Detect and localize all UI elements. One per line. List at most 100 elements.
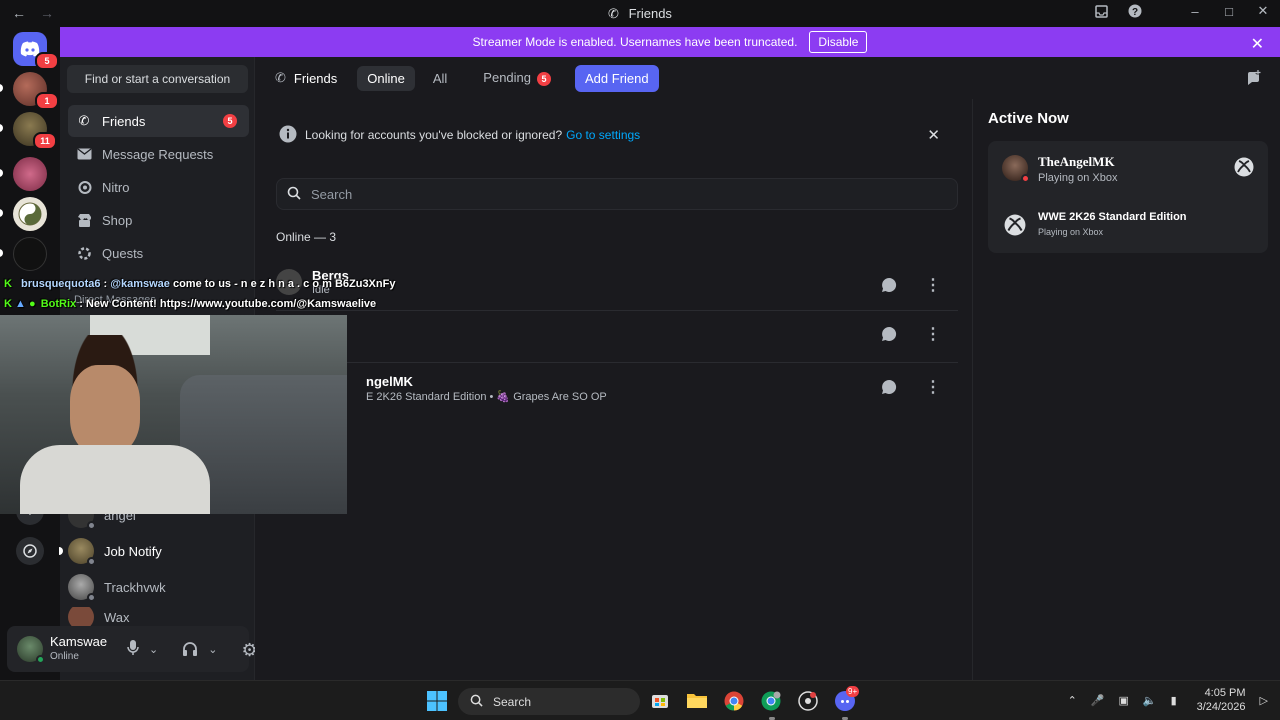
active-user-name: TheAngelMK: [1038, 154, 1115, 169]
microphone-icon[interactable]: [127, 640, 139, 659]
chat-username: BotRix: [40, 298, 77, 310]
discover-icon[interactable]: [16, 537, 44, 565]
discord-taskbar-icon[interactable]: 9+: [835, 686, 860, 716]
windows-start-icon[interactable]: [427, 691, 447, 716]
friend-name: ngelMK: [366, 374, 413, 389]
window-title: Friends: [628, 6, 672, 21]
maximize-icon[interactable]: □: [1222, 4, 1236, 19]
server-icon-pig[interactable]: [13, 157, 47, 191]
active-now-card[interactable]: TheAngelMK Playing on Xbox WWE 2K26 Stan…: [988, 141, 1268, 253]
friends-wave-icon: ✆: [608, 6, 619, 21]
dm-avatar-1[interactable]: 1: [13, 72, 59, 110]
file-explorer-icon[interactable]: [687, 692, 707, 713]
headphones-icon[interactable]: [182, 641, 198, 659]
user-avatar[interactable]: [17, 636, 45, 664]
sidebar-item-quests[interactable]: Quests: [68, 237, 249, 269]
page-title: Friends: [293, 70, 338, 86]
verified-icon: ●: [28, 298, 36, 310]
find-conversation-button[interactable]: Find or start a conversation: [67, 65, 248, 93]
tab-online[interactable]: Online: [357, 65, 415, 91]
microphone-in-use-icon[interactable]: 🎤: [1091, 694, 1105, 707]
close-banner-icon[interactable]: ✕: [1251, 34, 1264, 54]
message-icon[interactable]: [878, 274, 900, 296]
dm-avatar-2[interactable]: 11: [13, 112, 57, 150]
sidebar-item-label: Friends: [102, 113, 146, 129]
battery-icon[interactable]: ▮: [1171, 694, 1183, 707]
time: 4:05 PM: [1204, 687, 1246, 699]
kick-icon: K: [4, 278, 12, 290]
minimize-icon[interactable]: –: [1188, 4, 1202, 19]
friend-row[interactable]: ngelMK E 2K26 Standard Edition • 🍇 Grape…: [276, 362, 958, 412]
more-options-icon[interactable]: ⋮: [922, 274, 944, 296]
chevron-up-icon[interactable]: ⌃: [1068, 694, 1077, 707]
system-tray: ⌃ 🎤 ▣ 🔈 ▮ 4:05 PM 3/24/2026 ▷: [1068, 686, 1268, 714]
help-icon[interactable]: ?: [1128, 4, 1142, 18]
message-icon[interactable]: [878, 323, 900, 345]
dm-item-trackhvwk[interactable]: Trackhvwk: [68, 569, 166, 605]
server-icon-yinyang[interactable]: [13, 197, 47, 231]
more-options-icon[interactable]: ⋮: [922, 323, 944, 345]
dm-name: Wax: [104, 609, 130, 625]
blocked-notice: Looking for accounts you've blocked or i…: [279, 120, 952, 150]
kick-icon: K: [4, 298, 12, 310]
svg-text:?: ?: [1132, 7, 1138, 18]
streamer-mode-text: Streamer Mode is enabled. Usernames have…: [472, 35, 798, 49]
friend-activity: E 2K26 Standard Edition • 🍇 Grapes Are S…: [366, 391, 607, 403]
volume-icon[interactable]: 🔈: [1143, 694, 1157, 707]
notification-bell-icon[interactable]: ▷: [1260, 694, 1268, 707]
chrome-icon[interactable]: [724, 691, 744, 716]
user-panel: Kamswae Online ⌄ ⌄ ⚙: [7, 626, 258, 672]
inbox-icon[interactable]: [1094, 4, 1108, 18]
close-notice-icon[interactable]: ✕: [927, 126, 940, 144]
windows-taskbar: Search 9+ ⌃ 🎤 ▣ 🔈 ▮ 4:05 PM 3/24/2026 ▷: [0, 680, 1280, 720]
online-count-header: Online — 3: [276, 230, 337, 244]
tab-all[interactable]: All: [423, 66, 457, 91]
network-icon[interactable]: ▣: [1118, 694, 1128, 707]
info-icon: [279, 125, 297, 146]
more-options-icon[interactable]: ⋮: [922, 376, 944, 398]
disable-button[interactable]: Disable: [809, 31, 868, 53]
friends-badge: 5: [223, 114, 237, 128]
user-name: Kamswae: [50, 634, 108, 649]
avatar: [68, 574, 96, 602]
chevron-down-icon[interactable]: ⌄: [208, 643, 217, 656]
clock[interactable]: 4:05 PM 3/24/2026: [1197, 686, 1246, 714]
search-icon: [470, 694, 483, 710]
chevron-down-icon[interactable]: ⌄: [149, 643, 158, 656]
go-to-settings-link[interactable]: Go to settings: [566, 128, 640, 142]
close-window-icon[interactable]: ✕: [1256, 3, 1270, 18]
friends-search-input[interactable]: Search: [276, 178, 958, 210]
bot-icon: ▲: [15, 298, 26, 310]
sidebar-item-label: Shop: [102, 212, 133, 228]
tab-pending[interactable]: Pending 5: [473, 65, 561, 91]
chat-message: New Content! https://www.youtube.com/@Ka…: [85, 298, 377, 310]
new-group-dm-icon[interactable]: [1246, 70, 1262, 89]
taskbar-search[interactable]: Search: [458, 688, 640, 715]
sidebar-item-message-requests[interactable]: Message Requests: [68, 138, 249, 170]
search-placeholder: Search: [311, 186, 353, 202]
sidebar-item-label: Quests: [102, 245, 144, 261]
store-icon[interactable]: [651, 691, 669, 714]
message-icon[interactable]: [878, 376, 900, 398]
add-friend-button[interactable]: Add Friend: [575, 64, 659, 92]
date: 3/24/2026: [1196, 701, 1246, 713]
avatar: [68, 538, 96, 566]
chat-mention: @kamswae: [110, 278, 170, 290]
nitro-icon: [76, 179, 92, 195]
dm-name: Trackhvwk: [104, 579, 166, 595]
dm-item-wax[interactable]: Wax: [68, 607, 130, 627]
friend-row[interactable]: ⋮: [276, 310, 958, 360]
sidebar-item-nitro[interactable]: Nitro: [68, 171, 249, 203]
chrome-profile-icon[interactable]: [761, 691, 781, 716]
server-icon-panther[interactable]: [13, 237, 47, 271]
discord-home-icon[interactable]: 5: [13, 32, 59, 70]
obs-icon[interactable]: [798, 691, 818, 716]
pending-badge: 5: [537, 72, 552, 86]
discord-taskbar-badge: 9+: [846, 686, 860, 697]
stream-chat-overlay: K brusquequota6 : @kamswae come to us - …: [4, 278, 396, 310]
sidebar-item-shop[interactable]: Shop: [68, 204, 249, 236]
sidebar-item-friends[interactable]: ✆ Friends 5: [68, 105, 249, 137]
person-face: [70, 365, 140, 455]
dm-item-job-notify[interactable]: Job Notify: [68, 533, 162, 569]
chat-username: brusquequota6: [21, 278, 101, 290]
